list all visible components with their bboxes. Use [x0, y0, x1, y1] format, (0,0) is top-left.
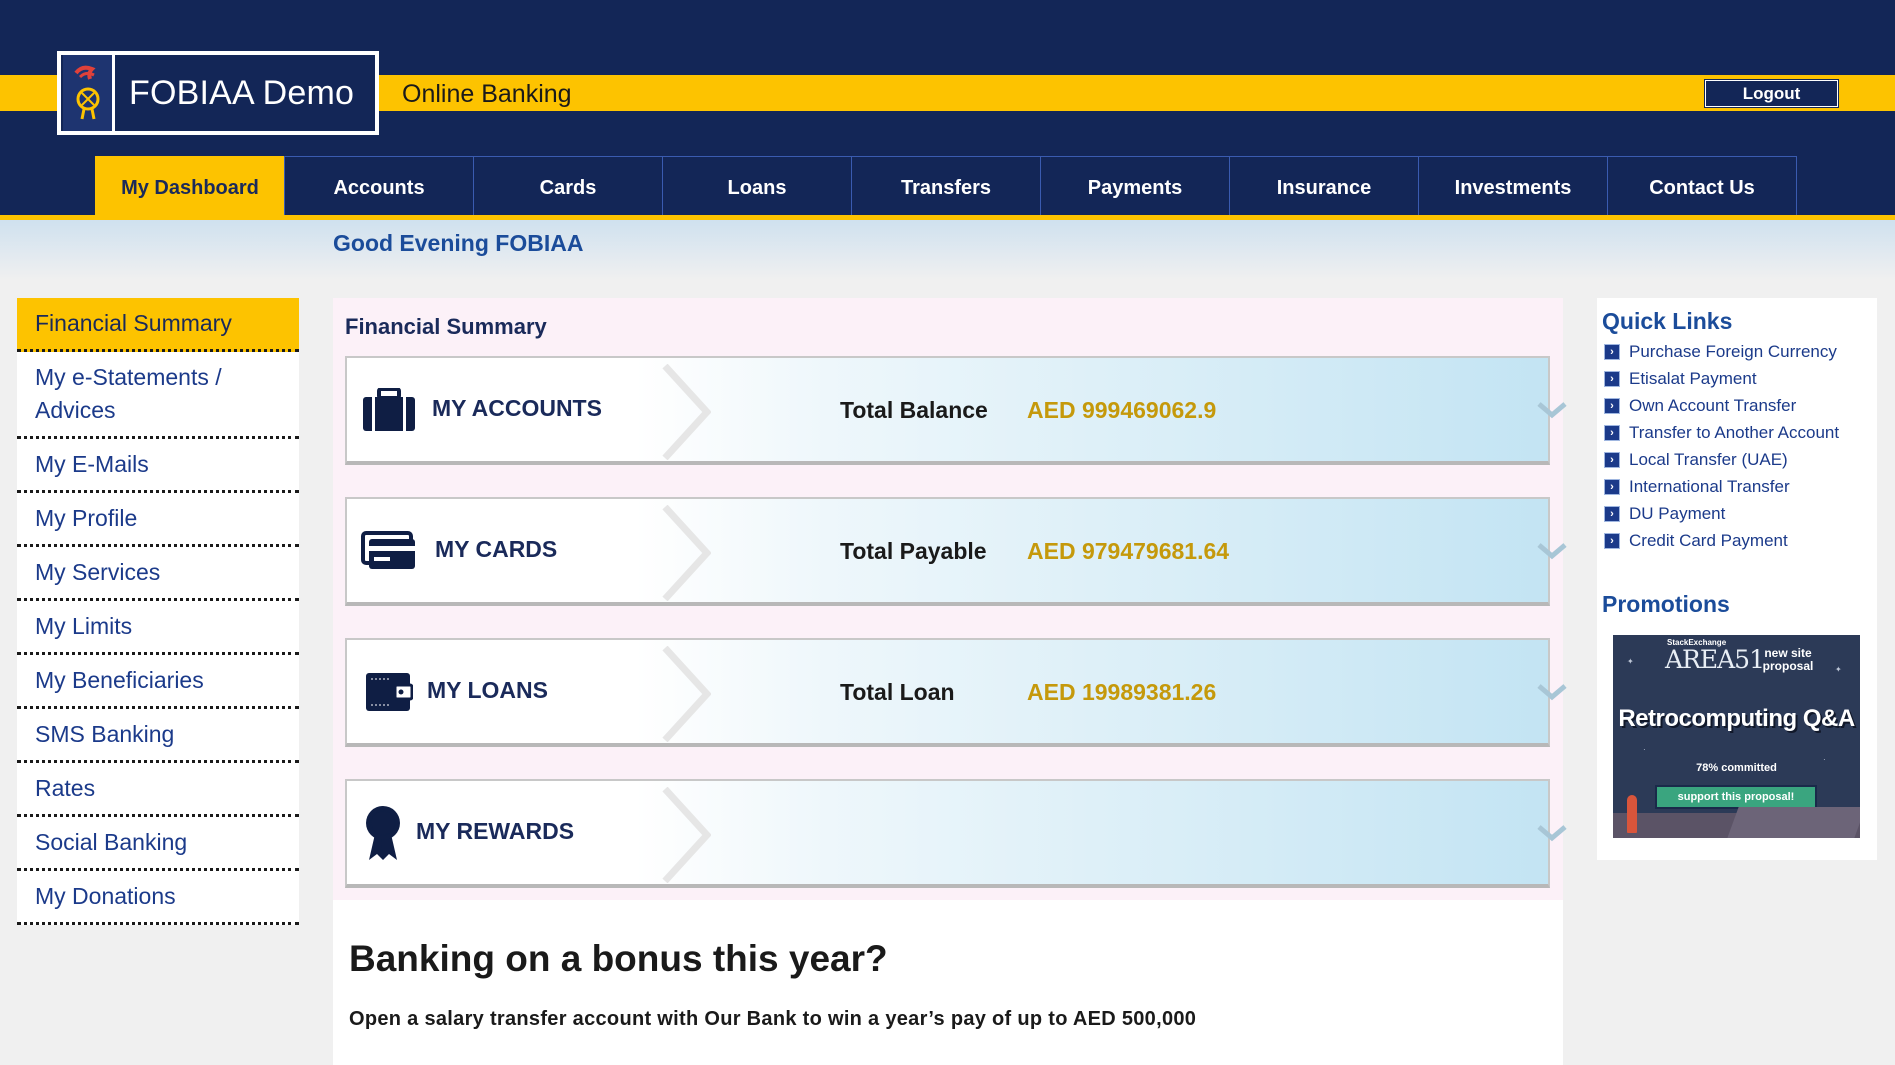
nav-my-dashboard[interactable]: My Dashboard	[95, 156, 284, 219]
loans-summary-row[interactable]: MY LOANS Total Loan AED 19989381.26	[345, 638, 1567, 747]
chevron-down-icon[interactable]	[1537, 542, 1567, 565]
bank-logo[interactable]: FOBIAA Demo	[57, 51, 379, 135]
chevron-down-icon[interactable]	[1537, 824, 1567, 847]
row-total-value: AED 999469062.9	[1027, 397, 1217, 423]
sidebar-item-e-statements[interactable]: My e-Statements / Advices	[17, 352, 299, 439]
credit-card-icon	[361, 527, 417, 575]
nav-insurance[interactable]: Insurance	[1229, 156, 1418, 219]
arrow-bullet-icon: ›	[1604, 451, 1620, 468]
quick-links-list: › Purchase Foreign Currency › Etisalat Pay…	[1604, 338, 1839, 554]
arrow-bullet-icon: ›	[1604, 397, 1620, 414]
briefcase-icon	[361, 386, 417, 434]
quick-link-international-transfer[interactable]: › International Transfer	[1604, 473, 1839, 500]
quick-link-own-account-transfer[interactable]: › Own Account Transfer	[1604, 392, 1839, 419]
sidebar-item-rates[interactable]: Rates	[17, 763, 299, 817]
wallet-icon	[361, 668, 417, 716]
sidebar-item-services[interactable]: My Services	[17, 547, 299, 601]
financial-summary-panel: Financial Summary MY ACCOUNTS Total Bala…	[333, 298, 1567, 900]
row-total-label: Total Loan	[840, 679, 955, 705]
quick-link-etisalat-payment[interactable]: › Etisalat Payment	[1604, 365, 1839, 392]
row-label: MY CARDS	[435, 536, 558, 562]
chevron-right-icon	[661, 363, 712, 465]
promotions-title: Promotions	[1602, 591, 1730, 617]
sidebar-item-beneficiaries[interactable]: My Beneficiaries	[17, 655, 299, 709]
right-panel: Quick Links › Purchase Foreign Currency ›…	[1597, 298, 1877, 860]
ad-title: Retrocomputing Q&A	[1618, 705, 1855, 732]
sidebar-item-sms-banking[interactable]: SMS Banking	[17, 709, 299, 763]
row-total-value: AED 979479681.64	[1027, 538, 1230, 564]
sidebar-item-e-mails[interactable]: My E-Mails	[17, 439, 299, 493]
quick-link-label: DU Payment	[1629, 503, 1726, 523]
row-label: MY REWARDS	[416, 818, 575, 844]
quick-link-transfer-another-account[interactable]: › Transfer to Another Account	[1604, 419, 1839, 446]
cards-summary-row[interactable]: MY CARDS Total Payable AED 979479681.64	[345, 497, 1567, 606]
ad-committed: 78% committed	[1696, 762, 1777, 774]
quick-link-purchase-foreign-currency[interactable]: › Purchase Foreign Currency	[1604, 338, 1839, 365]
arrow-bullet-icon: ›	[1604, 532, 1620, 549]
nav-loans[interactable]: Loans	[662, 156, 851, 219]
arrow-bullet-icon: ›	[1604, 343, 1620, 360]
quick-link-label: Local Transfer (UAE)	[1629, 449, 1788, 469]
arrow-bullet-icon: ›	[1604, 370, 1620, 387]
row-label: MY ACCOUNTS	[432, 395, 602, 421]
logo-text: FOBIAA Demo	[129, 73, 355, 112]
star-icon: ✦	[1627, 657, 1634, 666]
quick-link-local-transfer[interactable]: › Local Transfer (UAE)	[1604, 446, 1839, 473]
rocket-icon	[1627, 795, 1637, 833]
nav-cards[interactable]: Cards	[473, 156, 662, 219]
chevron-right-icon	[661, 786, 712, 888]
ad-tag: new site proposal	[1762, 646, 1814, 673]
accounts-summary-row[interactable]: MY ACCOUNTS Total Balance AED 999469062.…	[345, 356, 1567, 465]
nav-accounts[interactable]: Accounts	[284, 156, 473, 219]
sidebar-item-financial-summary[interactable]: Financial Summary	[17, 298, 299, 352]
main-content: Financial Summary MY ACCOUNTS Total Bala…	[333, 298, 1567, 1065]
quick-link-label: International Transfer	[1629, 476, 1790, 496]
quick-link-label: Credit Card Payment	[1629, 530, 1788, 550]
promo-text: Open a salary transfer account with Our …	[349, 1008, 1197, 1030]
quick-link-label: Own Account Transfer	[1629, 395, 1797, 415]
row-total-label: Total Payable	[840, 538, 987, 564]
ad-support-button[interactable]: support this proposal!	[1655, 785, 1817, 809]
site-subtitle: Online Banking	[402, 80, 572, 108]
quick-links-title: Quick Links	[1602, 308, 1733, 334]
arrow-bullet-icon: ›	[1604, 478, 1620, 495]
rewards-summary-row[interactable]: MY REWARDS	[345, 779, 1567, 888]
nav-transfers[interactable]: Transfers	[851, 156, 1040, 219]
promotion-banner[interactable]: ✦ ✦ · · StackExchange AREA51 new site pr…	[1613, 635, 1860, 838]
row-total-value: AED 19989381.26	[1027, 679, 1217, 705]
award-ribbon-icon	[355, 803, 411, 863]
quick-link-label: Purchase Foreign Currency	[1629, 341, 1837, 361]
logout-button[interactable]: Logout	[1704, 79, 1839, 108]
nav-investments[interactable]: Investments	[1418, 156, 1607, 219]
ad-hill	[1727, 807, 1860, 838]
star-icon: ·	[1643, 745, 1646, 754]
row-total-label: Total Balance	[840, 397, 988, 423]
arrow-bullet-icon: ›	[1604, 505, 1620, 522]
nav-payments[interactable]: Payments	[1040, 156, 1229, 219]
logo-emblem-icon	[63, 55, 115, 131]
quick-link-label: Transfer to Another Account	[1629, 422, 1840, 442]
main-nav: My Dashboard Accounts Cards Loans Transf…	[95, 156, 1797, 219]
nav-contact-us[interactable]: Contact Us	[1607, 156, 1796, 219]
quick-link-label: Etisalat Payment	[1629, 368, 1757, 388]
chevron-down-icon[interactable]	[1537, 683, 1567, 706]
quick-link-credit-card-payment[interactable]: › Credit Card Payment	[1604, 527, 1839, 554]
sidebar-item-social-banking[interactable]: Social Banking	[17, 817, 299, 871]
greeting-text: Good Evening FOBIAA	[333, 230, 584, 256]
ad-brand: AREA51	[1665, 645, 1765, 674]
sidebar: Financial Summary My e-Statements / Advi…	[17, 298, 299, 925]
sidebar-item-profile[interactable]: My Profile	[17, 493, 299, 547]
chevron-down-icon[interactable]	[1537, 401, 1567, 424]
greeting-band	[0, 220, 1895, 280]
sidebar-item-donations[interactable]: My Donations	[17, 871, 299, 925]
quick-link-du-payment[interactable]: › DU Payment	[1604, 500, 1839, 527]
summary-title: Financial Summary	[345, 314, 547, 339]
row-label: MY LOANS	[427, 677, 548, 703]
chevron-right-icon	[661, 504, 712, 606]
sidebar-item-limits[interactable]: My Limits	[17, 601, 299, 655]
star-icon: ✦	[1835, 665, 1842, 674]
arrow-bullet-icon: ›	[1604, 424, 1620, 441]
chevron-right-icon	[661, 645, 712, 747]
promo-heading: Banking on a bonus this year?	[349, 938, 888, 979]
